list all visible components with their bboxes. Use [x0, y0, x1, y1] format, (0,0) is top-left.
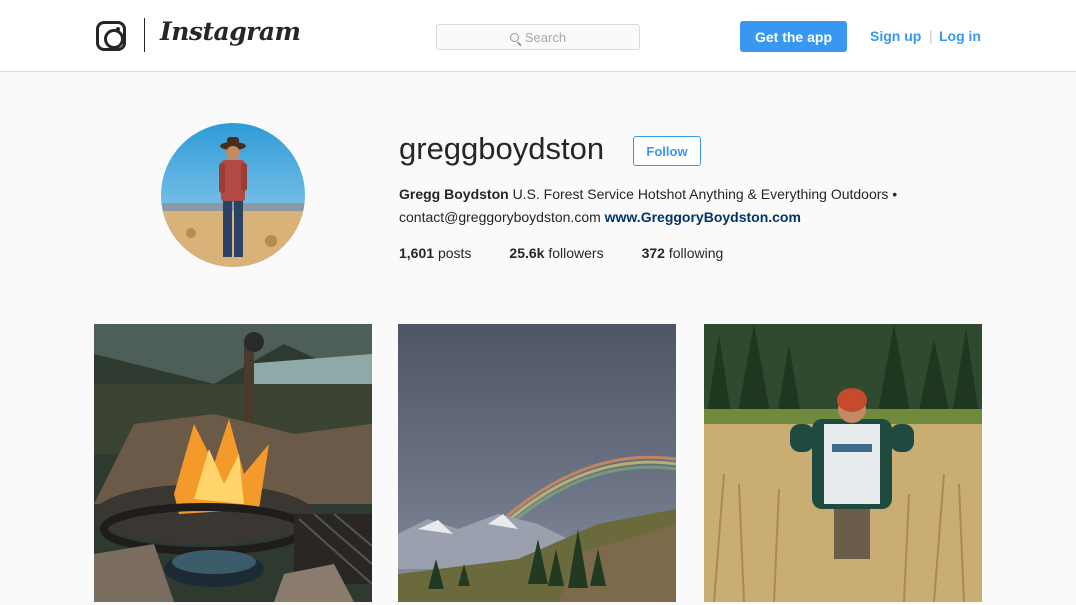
instagram-camera-icon[interactable]: [96, 21, 126, 51]
top-navigation-bar: Instagram Search Get the app Sign up | L…: [0, 0, 1076, 72]
search-input[interactable]: Search: [436, 24, 640, 50]
posts-count: 1,601: [399, 245, 435, 261]
follow-button[interactable]: Follow: [633, 136, 701, 166]
search-placeholder: Search: [524, 29, 567, 45]
profile-avatar[interactable]: [161, 123, 305, 267]
post-thumbnail-campfire[interactable]: [94, 324, 372, 602]
followers-stat[interactable]: 25.6k followers: [509, 245, 603, 261]
profile-stats: 1,601 posts 25.6k followers 372 followin…: [399, 245, 761, 261]
logo-divider: [144, 18, 145, 52]
post-thumbnail-meadow-portrait[interactable]: [704, 324, 982, 602]
profile-contact-line: contact@greggoryboydston.com www.Greggor…: [399, 209, 801, 225]
post-thumbnail-rainbow[interactable]: [398, 324, 676, 602]
instagram-wordmark[interactable]: Instagram: [160, 17, 301, 46]
posts-label: posts: [437, 245, 472, 261]
website-link[interactable]: www.GreggoryBoydston.com: [605, 209, 801, 225]
log-in-link[interactable]: Log in: [939, 28, 981, 44]
followers-label: followers: [548, 245, 604, 261]
nav-separator: |: [929, 28, 933, 44]
get-the-app-button[interactable]: Get the app: [740, 21, 847, 52]
profile-bio: Gregg Boydston U.S. Forest Service Hotsh…: [399, 186, 897, 202]
followers-count: 25.6k: [509, 245, 545, 261]
following-count: 372: [641, 245, 665, 261]
following-stat[interactable]: 372 following: [642, 245, 724, 261]
contact-email: contact@greggoryboydston.com: [399, 209, 601, 225]
sign-up-link[interactable]: Sign up: [870, 28, 921, 44]
profile-full-name: Gregg Boydston: [399, 186, 509, 202]
following-label: following: [668, 245, 724, 261]
profile-username: greggboydston: [399, 131, 605, 166]
bio-text: U.S. Forest Service Hotshot Anything & E…: [512, 186, 898, 202]
search-icon: [509, 32, 519, 42]
posts-stat: 1,601 posts: [399, 245, 471, 261]
